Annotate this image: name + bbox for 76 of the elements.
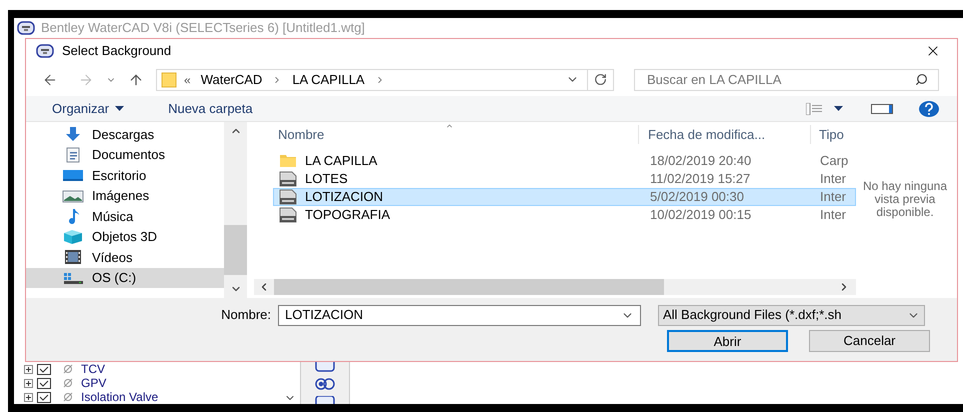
file-name: TOPOGRAFIA [305, 206, 390, 224]
column-header[interactable]: Tipo [811, 124, 844, 144]
search-field[interactable]: Buscar en LA CAPILLA [634, 68, 939, 90]
folder-icon [161, 72, 179, 88]
file-icon [279, 171, 297, 187]
nav-item[interactable]: Objetos 3D [26, 226, 224, 247]
slash-circle-icon [63, 364, 73, 374]
nav-item[interactable]: Escritorio [26, 165, 224, 186]
nav-item[interactable]: Vídeos [26, 247, 224, 268]
file-icon [279, 189, 297, 205]
checkbox[interactable] [37, 392, 51, 402]
breadcrumb-segment[interactable]: WaterCAD [200, 70, 262, 90]
nav-scrollbar[interactable] [224, 122, 247, 298]
filename-field[interactable]: LOTIZACION [278, 304, 641, 326]
breadcrumb-segment[interactable]: LA CAPILLA [292, 70, 365, 90]
new-folder-button[interactable]: Nueva carpeta [168, 98, 253, 118]
organize-button[interactable]: Organizar [52, 98, 124, 118]
address-bar[interactable]: « WaterCAD LA CAPILLA [156, 68, 614, 90]
dialog-logo-icon [36, 44, 54, 58]
valve-tool-icon[interactable] [314, 376, 336, 392]
cube-icon [62, 228, 84, 245]
nav-item[interactable]: Imágenes [26, 186, 224, 206]
file-type: Carp [819, 152, 848, 170]
caret-icon[interactable] [834, 106, 843, 111]
desktop-icon [62, 167, 84, 184]
file-icon [279, 207, 297, 223]
file-type: Inter [819, 206, 846, 224]
expand-icon[interactable] [24, 364, 33, 374]
preview-message: No hay ninguna vista previa disponible. [862, 180, 948, 219]
file-type: Inter [819, 170, 846, 188]
file-row[interactable]: LOTES 11/02/2019 15:27 Inter [273, 170, 856, 188]
nav-item[interactable]: Descargas [26, 124, 224, 144]
file-date: 10/02/2019 00:15 [649, 206, 752, 224]
slash-circle-icon [63, 392, 73, 402]
preview-pane-icon[interactable] [871, 104, 893, 114]
file-name: LOTES [305, 170, 348, 188]
checkbox[interactable] [37, 364, 51, 374]
film-icon [62, 249, 84, 266]
file-date: 5/02/2019 00:30 [649, 188, 745, 206]
expand-icon[interactable] [24, 378, 33, 388]
caret-icon [115, 106, 124, 111]
file-type-dropdown[interactable]: All Background Files (*.dxf;*.sh [658, 304, 925, 326]
tool-icon[interactable] [314, 396, 336, 404]
expand-icon[interactable] [24, 392, 33, 402]
app-title: Bentley WaterCAD V8i (SELECTseries 6) [Untitled1.wtg] [41, 19, 365, 38]
file-row[interactable]: LA CAPILLA 18/02/2019 20:40 Carp [273, 152, 856, 170]
slash-circle-icon [63, 378, 73, 388]
view-options-icon[interactable] [806, 102, 822, 114]
file-date: 18/02/2019 20:40 [649, 152, 752, 170]
pictures-icon [62, 188, 84, 204]
nav-item[interactable]: Documentos [26, 144, 224, 165]
file-type: Inter [819, 188, 846, 206]
file-date: 11/02/2019 15:27 [649, 170, 752, 188]
breadcrumb-overflow[interactable]: « [184, 70, 191, 88]
dialog-button[interactable]: Abrir [667, 330, 788, 352]
horizontal-scrollbar[interactable] [254, 279, 856, 295]
checkbox[interactable] [37, 378, 51, 388]
tree-item[interactable]: Isolation Valve [81, 390, 158, 404]
tree-item[interactable]: TCV [81, 362, 105, 376]
dialog-title: Select Background [62, 42, 172, 60]
file-row[interactable]: TOPOGRAFIA 10/02/2019 00:15 Inter [273, 206, 856, 224]
dialog-button[interactable]: Cancelar [809, 330, 930, 352]
nav-item[interactable]: OS (C:) [26, 268, 224, 288]
folder-icon [279, 154, 297, 168]
file-name: LA CAPILLA [305, 152, 378, 170]
help-icon[interactable] [919, 100, 939, 116]
column-header[interactable]: Nombre [254, 124, 639, 144]
file-row[interactable]: LOTIZACION 5/02/2019 00:30 Inter [273, 188, 856, 206]
filename-label: Nombre: [220, 306, 272, 324]
file-name: LOTIZACION [305, 188, 384, 206]
nav-item[interactable]: Música [26, 206, 224, 226]
refresh-icon [594, 73, 607, 86]
tree-item[interactable]: GPV [81, 376, 106, 390]
column-header[interactable]: Fecha de modifica... [639, 124, 811, 144]
search-icon [915, 73, 928, 86]
app-logo-icon [17, 21, 35, 35]
